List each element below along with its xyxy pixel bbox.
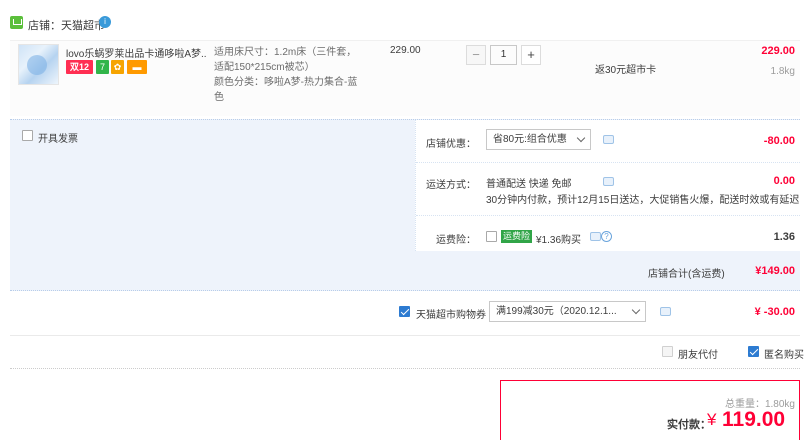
freight-insurance-desc: ¥1.36购买	[536, 235, 582, 246]
store-header	[0, 0, 805, 40]
service-tag-icon: ✿	[111, 60, 124, 74]
currency-symbol: ¥	[707, 410, 717, 429]
shipping-label: 运送方式：	[426, 180, 476, 191]
invoice-label[interactable]: 开具发票	[38, 130, 78, 145]
info-icon[interactable]: i	[99, 16, 111, 28]
sku-size: 适用床尺寸：1.2m床（三件套，适配150*215cm被芯）	[214, 47, 357, 73]
promo-text: 返30元超市卡	[595, 65, 657, 76]
item-weight: 1.8kg	[770, 66, 795, 77]
shop-discount-amount: -80.00	[763, 135, 795, 147]
shipping-amount: 0.00	[773, 175, 795, 187]
shop-discount-value: 省80元:组合优惠	[493, 134, 567, 145]
coupon-select[interactable]: 满199减30元（2020.12.1...	[489, 301, 646, 322]
unit-price: 229.00	[390, 45, 421, 56]
divider	[416, 162, 800, 163]
freight-insurance-checkbox[interactable]	[486, 231, 497, 242]
increase-quantity-button[interactable]: +	[521, 45, 541, 65]
double12-tag: 双12	[66, 60, 93, 74]
message-icon[interactable]	[603, 135, 614, 144]
card-tag-icon: ▬	[127, 60, 147, 74]
sku-info: 适用床尺寸：1.2m床（三件套，适配150*215cm被芯） 颜色分类：哆啦A梦…	[214, 45, 364, 105]
store-icon	[10, 16, 23, 29]
coupon-label[interactable]: 天猫超市购物券	[416, 306, 486, 321]
freight-insurance-tag: 运费险	[501, 230, 533, 243]
invoice-checkbox[interactable]	[22, 130, 33, 141]
divider	[10, 368, 800, 369]
anonymous-label[interactable]: 匿名购买	[764, 346, 804, 361]
help-icon[interactable]: ?	[601, 231, 612, 242]
freight-insurance-amount: 1.36	[773, 231, 795, 243]
coupon-value: 满199减30元（2020.12.1...	[496, 306, 617, 317]
sku-color: 颜色分类：哆啦A梦-热力集合-蓝色	[214, 77, 358, 103]
store-total-amount: ¥149.00	[755, 265, 795, 277]
message-icon[interactable]	[603, 177, 614, 186]
quantity-input[interactable]: 1	[490, 45, 517, 65]
seven-day-return-tag: 7	[96, 60, 109, 74]
store-name[interactable]: 店铺：天猫超市	[28, 17, 105, 33]
friend-pay-label[interactable]: 朋友代付	[678, 346, 718, 361]
message-icon[interactable]	[660, 307, 671, 316]
product-title[interactable]: lovo乐蜗罗莱出品卡通哆啦A梦...	[66, 45, 206, 60]
chevron-down-icon	[576, 133, 586, 143]
decrease-quantity-button[interactable]: −	[466, 45, 486, 65]
divider	[416, 215, 800, 216]
chevron-down-icon	[631, 305, 641, 315]
product-thumbnail[interactable]	[18, 44, 59, 85]
store-total-label: 店铺合计(含运费)	[648, 269, 725, 280]
item-total-price: 229.00	[761, 45, 795, 57]
message-icon[interactable]	[590, 232, 601, 241]
anonymous-checkbox[interactable]	[748, 346, 759, 357]
shop-discount-label: 店铺优惠：	[426, 139, 476, 150]
freight-insurance-label: 运费险：	[436, 235, 476, 246]
shop-discount-select[interactable]: 省80元:组合优惠	[486, 129, 591, 150]
pay-label: 实付款：	[667, 419, 711, 431]
coupon-amount: ¥ -30.00	[754, 306, 795, 318]
pay-amount: 119.00	[722, 408, 786, 431]
coupon-checkbox[interactable]	[399, 306, 410, 317]
quantity-stepper: − 1 +	[466, 45, 542, 65]
friend-pay-checkbox[interactable]	[662, 346, 673, 357]
shipping-method: 普通配送 快递 免邮	[486, 179, 572, 190]
shipping-eta: 30分钟内付款，预计12月15日送达，大促销售火爆，配送时效或有延迟	[486, 195, 800, 206]
